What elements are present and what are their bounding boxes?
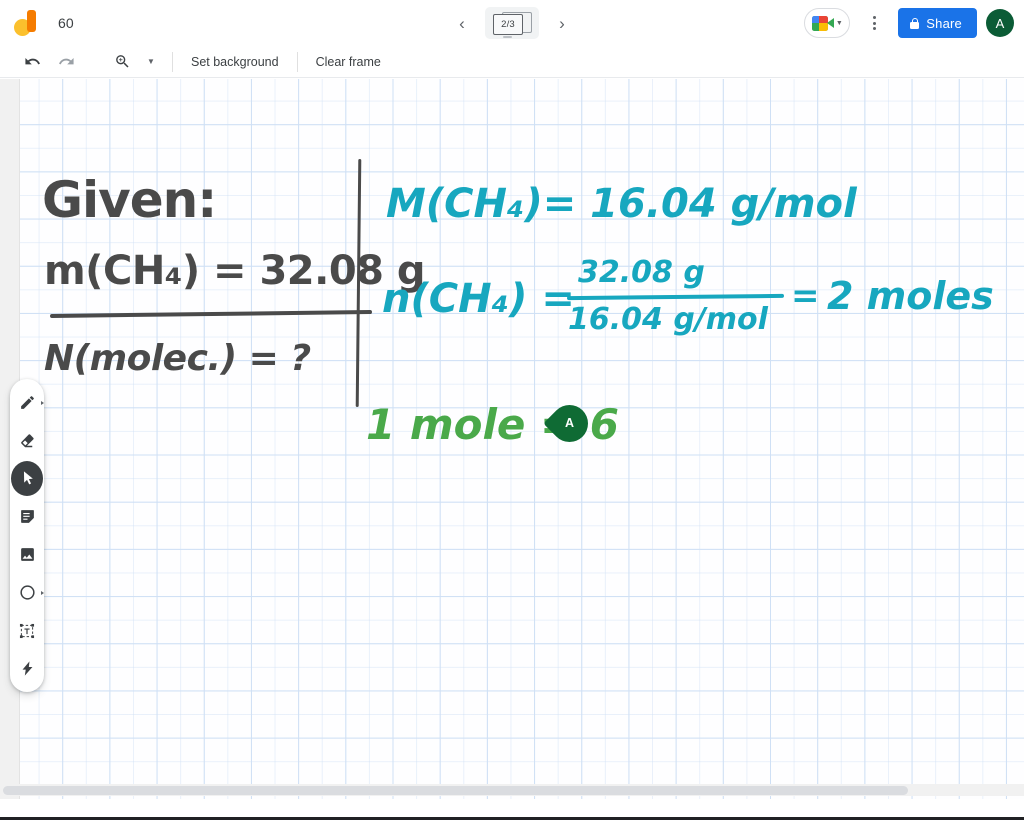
select-tool[interactable] [11, 461, 43, 496]
frame-chip-nub [503, 35, 512, 38]
canvas-area[interactable]: Given: m(CH₄) = 32.08 g N(molec.) = ? M(… [0, 79, 1024, 799]
pen-tool[interactable] [11, 385, 44, 420]
tool-palette [10, 379, 44, 692]
pen-options-caret-icon[interactable] [41, 400, 44, 405]
toolbar-divider [296, 51, 298, 72]
jam-title[interactable]: 60 [52, 11, 80, 35]
laser-pointer-tool[interactable] [11, 651, 43, 686]
eraser-tool[interactable] [11, 423, 43, 458]
frame-counter-label: 2/3 [501, 19, 515, 30]
jam-board-grid[interactable] [20, 79, 1024, 799]
jamboard-app: 60 ‹ 2/3 › ▼ Share A ▼ Set background Cl… [0, 0, 1024, 820]
more-vertical-icon[interactable] [859, 8, 889, 38]
set-background-button[interactable]: Set background [185, 51, 285, 73]
share-button-label: Share [926, 15, 962, 31]
redo-icon[interactable] [52, 49, 80, 75]
jamboard-logo-icon [14, 9, 40, 37]
top-app-bar: 60 ‹ 2/3 › ▼ Share A [0, 0, 1024, 46]
horizontal-scrollbar-thumb[interactable] [3, 785, 908, 795]
frame-navigator: ‹ 2/3 › [449, 0, 575, 46]
zoom-dropdown-caret-icon[interactable]: ▼ [142, 50, 160, 74]
sticky-note-tool[interactable] [11, 499, 43, 534]
topbar-left-group: 60 [0, 9, 80, 37]
clear-frame-button[interactable]: Clear frame [310, 51, 387, 73]
toolbar-divider [172, 51, 173, 72]
shape-options-caret-icon[interactable] [41, 590, 44, 595]
chevron-down-icon: ▼ [835, 19, 843, 27]
image-tool[interactable] [11, 537, 43, 572]
google-meet-button[interactable]: ▼ [804, 8, 851, 38]
google-meet-icon [811, 15, 834, 31]
share-button[interactable]: Share [898, 8, 977, 38]
avatar[interactable]: A [986, 9, 1014, 37]
editing-toolbar: ▼ Set background Clear frame [0, 46, 1024, 78]
undo-icon[interactable] [18, 49, 46, 75]
shape-tool[interactable] [11, 575, 44, 610]
zoom-control: ▼ [108, 49, 160, 75]
text-box-tool[interactable] [11, 613, 43, 648]
next-frame-button[interactable]: › [549, 10, 575, 36]
frame-counter-chip[interactable]: 2/3 [485, 7, 539, 39]
lock-icon [910, 17, 920, 29]
frame-stack-front: 2/3 [493, 14, 523, 35]
topbar-right-group: ▼ Share A [804, 0, 1014, 46]
previous-frame-button[interactable]: ‹ [449, 10, 475, 36]
zoom-in-icon[interactable] [108, 49, 136, 75]
horizontal-scrollbar-track[interactable] [0, 784, 1024, 796]
